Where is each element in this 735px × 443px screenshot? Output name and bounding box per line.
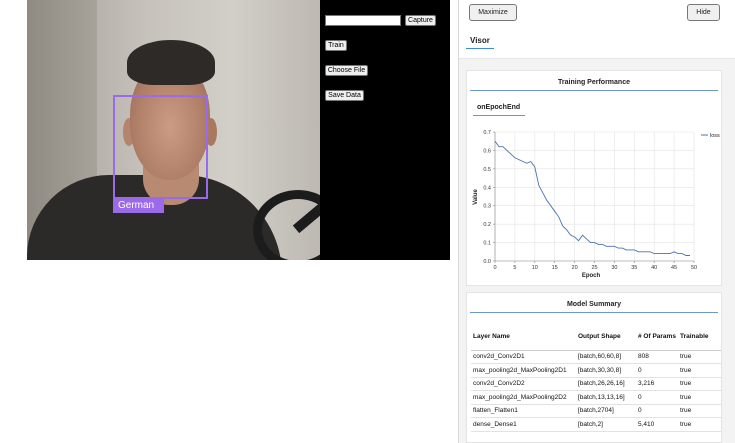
cell-layer-name: max_pooling2d_MaxPooling2D1 (471, 363, 576, 378)
chart-legend: loss (701, 133, 720, 139)
x-tick-label: 25 (591, 265, 597, 271)
x-tick-label: 20 (572, 265, 578, 271)
x-tick-label: 50 (691, 265, 697, 271)
y-tick-label: 0.1 (483, 241, 491, 247)
table-row: max_pooling2d_MaxPooling2D1 [batch,30,30… (471, 363, 721, 378)
card-title-rule (470, 90, 718, 91)
y-tick-label: 0.0 (483, 259, 491, 265)
loss-chart: 0 5 10 15 20 25 30 35 40 45 50 0.0 0.1 0.2 0.3 0.4 0.5 0.… (473, 130, 720, 279)
x-tick-label: 0 (493, 265, 496, 271)
cell-trainable: true (678, 377, 721, 391)
y-axis-label: Value (473, 189, 479, 205)
x-tick-label: 5 (513, 265, 516, 271)
cell-layer-name: conv2d_Conv2D2 (471, 377, 576, 391)
maximize-button[interactable]: Maximize (469, 4, 517, 21)
x-tick-label: 40 (651, 265, 657, 271)
train-button[interactable]: Train (325, 40, 347, 51)
cell-params: 808 (636, 350, 678, 364)
col-header-params: # Of Params (636, 323, 678, 351)
table-row: conv2d_Conv2D2 [batch,26,26,16] 3,216 tr… (471, 377, 721, 391)
y-tick-label: 0.4 (483, 185, 491, 191)
table-row: max_pooling2d_MaxPooling2D2 [batch,13,13… (471, 390, 721, 405)
table-row: flatten_Flatten1 [batch,2704] 0 true (471, 404, 721, 418)
x-tick-label: 10 (532, 265, 538, 271)
cell-layer-name: max_pooling2d_MaxPooling2D2 (471, 390, 576, 405)
chart-series (494, 140, 690, 256)
name-input[interactable] (325, 15, 401, 26)
save-data-button[interactable]: Save Data (325, 90, 364, 101)
cell-output-shape: [batch,13,13,16] (576, 390, 636, 405)
x-tick-label: 35 (631, 265, 637, 271)
legend-label: loss (710, 133, 720, 139)
model-summary-card: Model Summary Layer Name Output Shape # … (466, 292, 722, 443)
tab-onepochend[interactable]: onEpochEnd (477, 104, 520, 111)
cell-output-shape: [batch,2704] (576, 404, 636, 418)
person-hair (127, 40, 215, 85)
y-tick-label: 0.2 (483, 222, 491, 228)
x-tick-label: 30 (611, 265, 617, 271)
x-tick-label: 45 (671, 265, 677, 271)
cell-trainable: true (678, 350, 721, 364)
col-header-layer-name: Layer Name (471, 323, 576, 351)
cell-params: 0 (636, 404, 678, 418)
cell-params: 0 (636, 390, 678, 405)
choose-file-button[interactable]: Choose File (325, 65, 368, 76)
cell-trainable: true (678, 363, 721, 378)
visor-panel: Maximize Hide Visor Training Performance… (458, 0, 735, 443)
chart-grid (494, 131, 695, 262)
card-title: Model Summary (566, 301, 622, 308)
cell-output-shape: [batch,26,26,16] (576, 377, 636, 391)
subtab-underline (473, 115, 525, 116)
face-detection-label: German (113, 198, 164, 213)
loss-series-line (494, 140, 690, 256)
cell-params: 5,410 (636, 417, 678, 432)
card-title: Training Performance (558, 79, 630, 86)
cell-layer-name: dense_Dense1 (471, 417, 576, 432)
y-tick-label: 0.5 (483, 167, 491, 173)
y-tick-label: 0.3 (483, 204, 491, 210)
cell-output-shape: [batch,2] (576, 417, 636, 432)
y-tick-label: 0.6 (483, 148, 491, 154)
card-title-rule (470, 312, 718, 313)
hide-button[interactable]: Hide (687, 4, 720, 21)
cell-output-shape: [batch,60,60,8] (576, 350, 636, 364)
model-summary-table: Layer Name Output Shape # Of Params Trai… (471, 323, 721, 432)
table-row: conv2d_Conv2D1 [batch,60,60,8] 808 true (471, 350, 721, 364)
cell-trainable: true (678, 404, 721, 418)
capture-button[interactable]: Capture (405, 15, 436, 26)
cell-layer-name: conv2d_Conv2D1 (471, 350, 576, 364)
y-tick-label: 0.7 (483, 130, 491, 136)
table-header-row: Layer Name Output Shape # Of Params Trai… (471, 323, 721, 351)
cell-params: 3,216 (636, 377, 678, 391)
x-tick-label: 15 (552, 265, 558, 271)
cell-layer-name: flatten_Flatten1 (471, 404, 576, 418)
control-panel: Capture Train Choose File Save Data (320, 0, 450, 260)
col-header-output-shape: Output Shape (576, 323, 636, 351)
col-header-trainable: Trainable (678, 323, 721, 351)
cell-trainable: true (678, 417, 721, 432)
cell-trainable: true (678, 390, 721, 405)
chart-axes: 0 5 10 15 20 25 30 35 40 45 50 0.0 0.1 0.2 0.3 0.4 0.5 0.… (483, 130, 697, 271)
face-detection-box (113, 95, 208, 199)
cell-params: 0 (636, 363, 678, 378)
cell-output-shape: [batch,30,30,8] (576, 363, 636, 378)
x-axis-label: Epoch (582, 273, 601, 279)
training-performance-card: Training Performance onEpochEnd 0 5 10 15 20… (466, 70, 722, 286)
tab-visor[interactable]: Visor (470, 36, 490, 45)
tab-underline (466, 48, 494, 49)
table-row: dense_Dense1 [batch,2] 5,410 true (471, 417, 721, 432)
app-stage: German Capture Train Choose File Save Da… (0, 0, 735, 443)
